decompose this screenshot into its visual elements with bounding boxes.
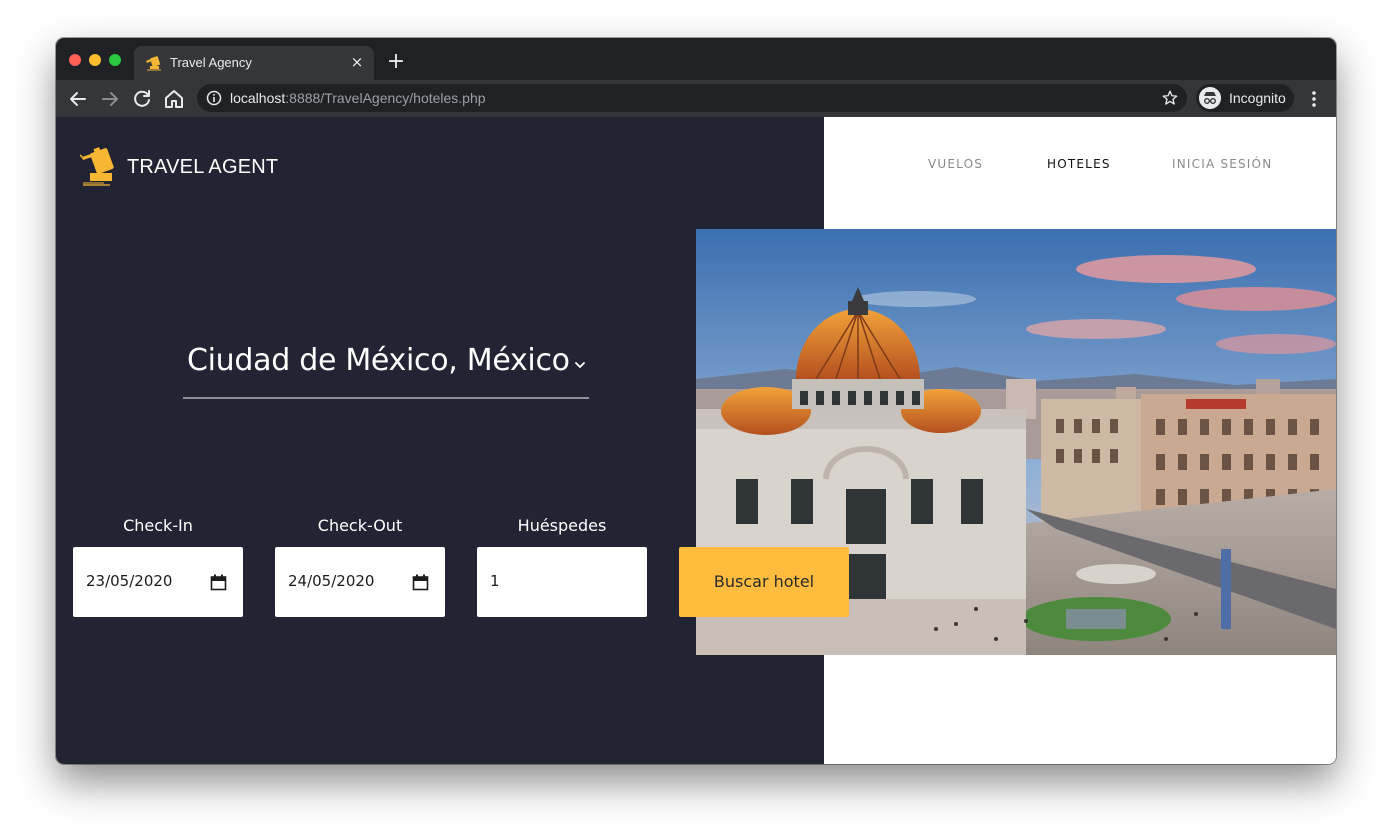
chevron-down-icon [575, 362, 585, 368]
info-icon[interactable] [206, 90, 222, 106]
browser-toolbar: localhost:8888/TravelAgency/hoteles.php … [56, 80, 1336, 117]
browser-window: Travel Agency × + localhost:8888/TravelA… [56, 38, 1336, 764]
checkin-value: 23/05/2020 [86, 572, 173, 590]
guests-value: 1 [490, 572, 500, 590]
nav-link-login[interactable]: INICIA SESIÓN [1172, 157, 1272, 171]
search-hotel-button[interactable]: Buscar hotel [679, 547, 849, 617]
travel-favicon-icon [146, 56, 161, 71]
travel-logo-icon [80, 147, 114, 186]
browser-tab-active[interactable]: Travel Agency × [134, 46, 374, 80]
checkout-label: Check-Out [317, 516, 403, 535]
new-tab-button[interactable]: + [384, 50, 408, 74]
destination-value: Ciudad de México, México [187, 343, 570, 378]
kebab-menu-icon[interactable] [1306, 89, 1322, 109]
page-content: TRAVEL AGENT VUELOS HOTELES INICIA SESIÓ… [56, 117, 1336, 764]
close-window-button[interactable] [69, 54, 81, 66]
url-host: localhost [230, 90, 286, 106]
url-path: :8888/TravelAgency/hoteles.php [285, 90, 486, 106]
address-bar[interactable]: localhost:8888/TravelAgency/hoteles.php [197, 84, 1187, 112]
incognito-icon [1199, 87, 1221, 109]
tab-close-icon[interactable]: × [348, 53, 366, 71]
home-icon[interactable] [162, 87, 186, 111]
brand-name: TRAVEL AGENT [127, 156, 279, 178]
reload-icon[interactable] [130, 87, 154, 111]
checkout-value: 24/05/2020 [288, 572, 375, 590]
back-arrow-icon[interactable] [66, 87, 90, 111]
checkin-label: Check-In [123, 516, 193, 535]
tab-title: Travel Agency [170, 55, 252, 70]
maximize-window-button[interactable] [109, 54, 121, 66]
star-icon[interactable] [1161, 89, 1179, 107]
nav-link-hoteles[interactable]: HOTELES [1047, 157, 1111, 171]
minimize-window-button[interactable] [89, 54, 101, 66]
guests-label: Huéspedes [517, 516, 607, 535]
checkin-date-input[interactable]: 23/05/2020 [73, 547, 243, 617]
tab-strip: Travel Agency × + [56, 38, 1336, 80]
calendar-icon[interactable] [412, 574, 429, 591]
incognito-label: Incognito [1229, 90, 1286, 106]
guests-input[interactable]: 1 [477, 547, 647, 617]
calendar-icon[interactable] [210, 574, 227, 591]
forward-arrow-icon[interactable] [98, 87, 122, 111]
nav-link-vuelos[interactable]: VUELOS [928, 157, 983, 171]
url-text[interactable]: localhost:8888/TravelAgency/hoteles.php [230, 90, 486, 106]
destination-select[interactable]: Ciudad de México, México [183, 331, 589, 399]
checkout-date-input[interactable]: 24/05/2020 [275, 547, 445, 617]
incognito-profile-button[interactable]: Incognito [1196, 84, 1294, 112]
